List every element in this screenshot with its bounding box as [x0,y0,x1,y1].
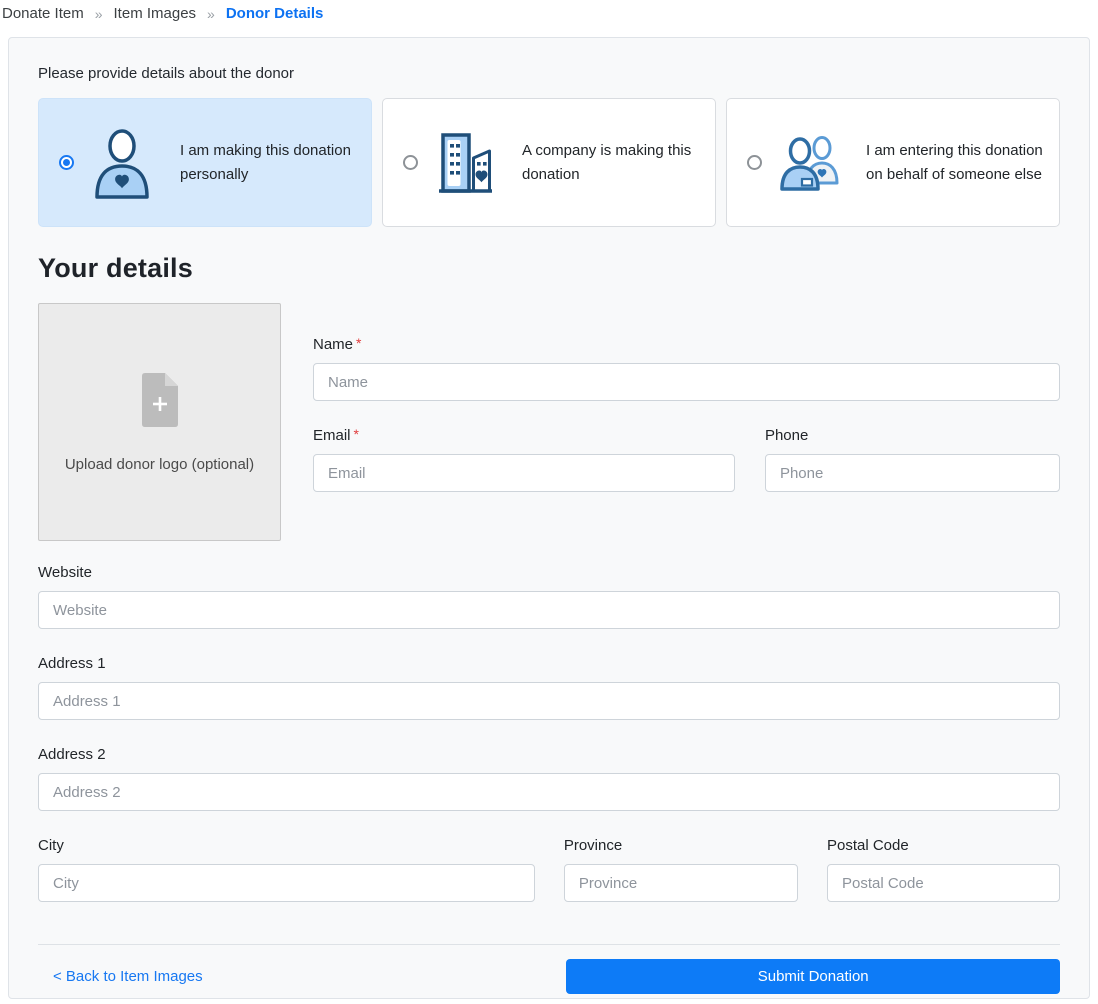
person-heart-icon [90,127,154,199]
email-label: Email* [313,427,735,444]
company-heart-icon [434,131,496,195]
upload-donor-logo-dropzone[interactable]: Upload donor logo (optional) [38,303,281,541]
option-company-donation[interactable]: A company is making this donation [382,98,716,227]
donor-prompt-text: Please provide details about the donor [38,65,1060,82]
required-asterisk: * [354,426,359,442]
name-field-group: Name* [313,336,1060,401]
address2-input[interactable] [38,773,1060,811]
postal-code-input[interactable] [827,864,1060,902]
back-to-item-images-link[interactable]: < Back to Item Images [53,968,203,985]
breadcrumb-donor-details: Donor Details [226,5,324,22]
name-label: Name* [313,336,1060,353]
breadcrumb: Donate Item » Item Images » Donor Detail… [0,0,1098,22]
province-field-group: Province [564,837,798,902]
radio-personally[interactable] [59,155,74,170]
email-input[interactable] [313,454,735,492]
province-input[interactable] [564,864,798,902]
email-field-group: Email* [313,427,735,492]
donor-details-panel: Please provide details about the donor I… [8,37,1090,999]
city-label: City [38,837,535,854]
address2-field-group: Address 2 [38,746,1060,811]
phone-label: Phone [765,427,1060,444]
breadcrumb-separator: » [207,6,215,22]
address2-label: Address 2 [38,746,1060,763]
name-input[interactable] [313,363,1060,401]
address1-field-group: Address 1 [38,655,1060,720]
website-label: Website [38,564,1060,581]
submit-donation-button[interactable]: Submit Donation [566,959,1060,994]
option-label: A company is making this donation [522,139,701,187]
option-donation-personally[interactable]: I am making this donation personally [38,98,372,227]
breadcrumb-separator: » [95,6,103,22]
website-field-group: Website [38,564,1060,629]
radio-company[interactable] [403,155,418,170]
option-label: I am entering this donation on behalf of… [866,139,1045,187]
radio-behalf[interactable] [747,155,762,170]
address1-input[interactable] [38,682,1060,720]
footer-divider [38,944,1060,945]
two-people-icon [778,135,840,191]
city-field-group: City [38,837,535,902]
city-input[interactable] [38,864,535,902]
option-label: I am making this donation personally [180,139,357,187]
phone-input[interactable] [765,454,1060,492]
postal-code-field-group: Postal Code [827,837,1060,902]
breadcrumb-item-images[interactable]: Item Images [114,5,197,22]
option-on-behalf[interactable]: I am entering this donation on behalf of… [726,98,1060,227]
file-plus-icon [137,371,183,434]
upload-donor-logo-label: Upload donor logo (optional) [65,456,254,473]
address1-label: Address 1 [38,655,1060,672]
donor-type-options: I am making this donation personally [38,98,1060,227]
required-asterisk: * [356,335,361,351]
website-input[interactable] [38,591,1060,629]
postal-code-label: Postal Code [827,837,1060,854]
your-details-heading: Your details [38,253,1060,284]
phone-field-group: Phone [765,427,1060,492]
breadcrumb-donate-item[interactable]: Donate Item [2,5,84,22]
province-label: Province [564,837,798,854]
